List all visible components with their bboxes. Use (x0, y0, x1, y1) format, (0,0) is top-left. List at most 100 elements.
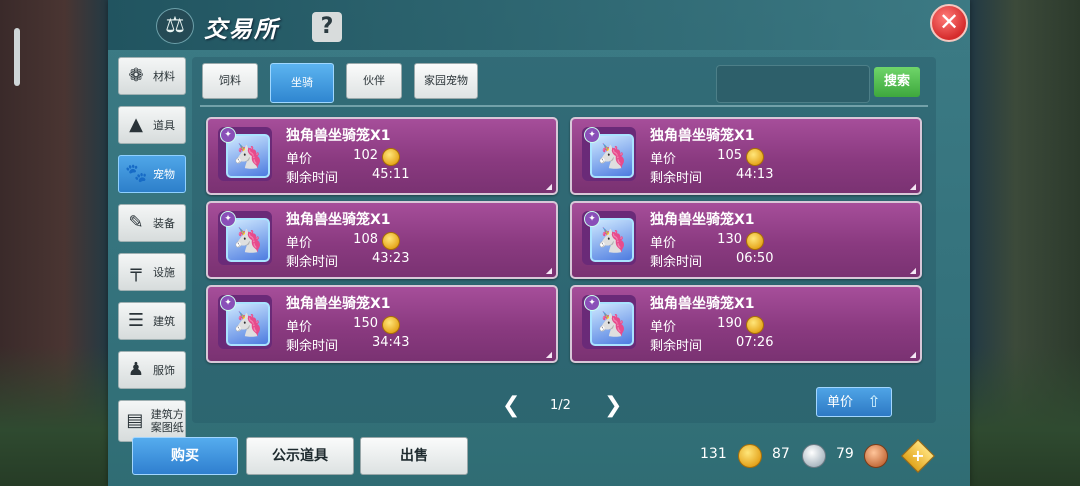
category-sidebar: ❁ 材料 ▲ 道具 🐾 宠物 ✎ 装备 ╤ 设施 ☰ 建筑 ♟ 服饰 ▤ 建筑方… (118, 57, 186, 453)
time-left-label: 剩余时间 (650, 171, 703, 186)
sort-arrow-icon: ⇧ (867, 392, 881, 411)
listing-card[interactable]: 🦄 ✦ 独角兽坐骑笼X1 单价 108 剩余时间 43:23 ◢ (206, 201, 558, 279)
price-label: 单价 (650, 236, 677, 251)
tab-partners[interactable]: 伙伴 (346, 63, 402, 99)
gold-coin-icon (382, 148, 400, 166)
sidebar-item-building[interactable]: ☰ 建筑 (118, 302, 186, 340)
help-button[interactable]: ? (312, 12, 342, 42)
equipment-icon: ✎ (128, 212, 144, 233)
item-badge-icon: ✦ (584, 211, 600, 227)
listing-price: 130 (717, 232, 742, 247)
listing-card[interactable]: 🦄 ✦ 独角兽坐骑笼X1 单价 105 剩余时间 44:13 ◢ (570, 117, 922, 195)
tab-mounts[interactable]: 坐骑 (270, 63, 334, 103)
listing-name: 独角兽坐骑笼X1 (286, 212, 391, 228)
corner-icon: ◢ (545, 350, 552, 359)
listing-time: 07:26 (736, 335, 774, 350)
listing-time: 43:23 (372, 251, 410, 266)
listing-card[interactable]: 🦄 ✦ 独角兽坐骑笼X1 单价 102 剩余时间 45:11 ◢ (206, 117, 558, 195)
page-indicator: 1/2 (550, 398, 571, 413)
sort-by-price-button[interactable]: 单价 ⇧ (816, 387, 892, 417)
gold-coin-icon (382, 316, 400, 334)
listing-time: 34:43 (372, 335, 410, 350)
gold-coin-icon (382, 232, 400, 250)
search-button[interactable]: 搜索 (874, 67, 920, 97)
listing-card[interactable]: 🦄 ✦ 独角兽坐骑笼X1 单价 150 剩余时间 34:43 ◢ (206, 285, 558, 363)
listing-card[interactable]: 🦄 ✦ 独角兽坐骑笼X1 单价 130 剩余时间 06:50 ◢ (570, 201, 922, 279)
listing-price: 102 (353, 148, 378, 163)
sidebar-item-label: 道具 (153, 118, 175, 132)
silver-amount: 87 (772, 446, 790, 462)
item-badge-icon: ✦ (220, 127, 236, 143)
sidebar-item-label: 服饰 (153, 363, 175, 377)
sidebar-item-pets[interactable]: 🐾 宠物 (118, 155, 186, 193)
listing-price: 105 (717, 148, 742, 163)
search-input[interactable] (716, 65, 870, 103)
listing-price: 150 (353, 316, 378, 331)
listing-name: 独角兽坐骑笼X1 (286, 128, 391, 144)
price-label: 单价 (650, 320, 677, 335)
time-left-label: 剩余时间 (286, 339, 339, 354)
divider (200, 105, 928, 107)
facility-icon: ╤ (130, 261, 142, 282)
corner-icon: ◢ (545, 266, 552, 275)
copper-amount: 79 (836, 446, 854, 462)
time-left-label: 剩余时间 (650, 339, 703, 354)
tab-feed[interactable]: 饲料 (202, 63, 258, 99)
side-drag-handle[interactable] (14, 28, 20, 86)
listing-panel: 饲料 坐骑 伙伴 家园宠物 搜索 🦄 ✦ 独角兽坐骑笼X1 单价 102 剩余时… (192, 57, 936, 423)
listing-time: 06:50 (736, 251, 774, 266)
public-items-button[interactable]: 公示道具 (246, 437, 354, 475)
listing-price: 190 (717, 316, 742, 331)
close-button[interactable]: ✕ (930, 4, 968, 42)
sidebar-item-clothing[interactable]: ♟ 服饰 (118, 351, 186, 389)
item-badge-icon: ✦ (584, 295, 600, 311)
sidebar-item-equipment[interactable]: ✎ 装备 (118, 204, 186, 242)
sidebar-item-facility[interactable]: ╤ 设施 (118, 253, 186, 291)
sidebar-item-label: 建筑 (153, 314, 175, 328)
previous-page-button[interactable]: ❮ (502, 393, 520, 418)
gold-coin-icon (746, 148, 764, 166)
sidebar-item-materials[interactable]: ❁ 材料 (118, 57, 186, 95)
scales-icon: ⚖ (156, 8, 194, 44)
sidebar-item-label: 建筑方案图纸 (150, 408, 184, 434)
gold-coin-icon (746, 232, 764, 250)
listing-name: 独角兽坐骑笼X1 (650, 296, 755, 312)
listing-time: 45:11 (372, 167, 410, 182)
clothing-icon: ♟ (127, 359, 145, 380)
corner-icon: ◢ (909, 350, 916, 359)
paw-icon: 🐾 (125, 163, 148, 184)
sidebar-item-blueprint[interactable]: ▤ 建筑方案图纸 (118, 400, 186, 442)
exchange-window: ⚖ 交易所 ? ✕ ❁ 材料 ▲ 道具 🐾 宠物 ✎ 装备 ╤ 设施 ☰ 建筑 … (108, 0, 970, 486)
sort-label: 单价 (827, 395, 854, 410)
listing-name: 独角兽坐骑笼X1 (650, 212, 755, 228)
sidebar-item-label: 材料 (153, 69, 175, 83)
price-label: 单价 (286, 320, 313, 335)
silver-coin-icon (802, 444, 826, 468)
copper-coin-icon (864, 444, 888, 468)
next-page-button[interactable]: ❯ (604, 393, 622, 418)
listing-card[interactable]: 🦄 ✦ 独角兽坐骑笼X1 单价 190 剩余时间 07:26 ◢ (570, 285, 922, 363)
sell-button[interactable]: 出售 (360, 437, 468, 475)
plus-icon: + (911, 446, 925, 465)
sidebar-item-tools[interactable]: ▲ 道具 (118, 106, 186, 144)
materials-icon: ❁ (128, 65, 144, 86)
listing-time: 44:13 (736, 167, 774, 182)
corner-icon: ◢ (545, 182, 552, 191)
tab-home-pets[interactable]: 家园宠物 (414, 63, 478, 99)
price-label: 单价 (650, 152, 677, 167)
sidebar-item-label: 装备 (153, 216, 175, 230)
price-label: 单价 (286, 236, 313, 251)
listing-name: 独角兽坐骑笼X1 (286, 296, 391, 312)
gold-coin-icon (738, 444, 762, 468)
listing-name: 独角兽坐骑笼X1 (650, 128, 755, 144)
gold-coin-icon (746, 316, 764, 334)
subcategory-tabs: 饲料 坐骑 伙伴 家园宠物 (202, 63, 478, 103)
window-title: 交易所 (204, 17, 279, 43)
sidebar-item-label: 设施 (153, 265, 175, 279)
sidebar-item-label: 宠物 (153, 167, 175, 181)
time-left-label: 剩余时间 (286, 255, 339, 270)
blueprint-icon: ▤ (126, 410, 144, 431)
buy-button[interactable]: 购买 (132, 437, 238, 475)
corner-icon: ◢ (909, 182, 916, 191)
corner-icon: ◢ (909, 266, 916, 275)
